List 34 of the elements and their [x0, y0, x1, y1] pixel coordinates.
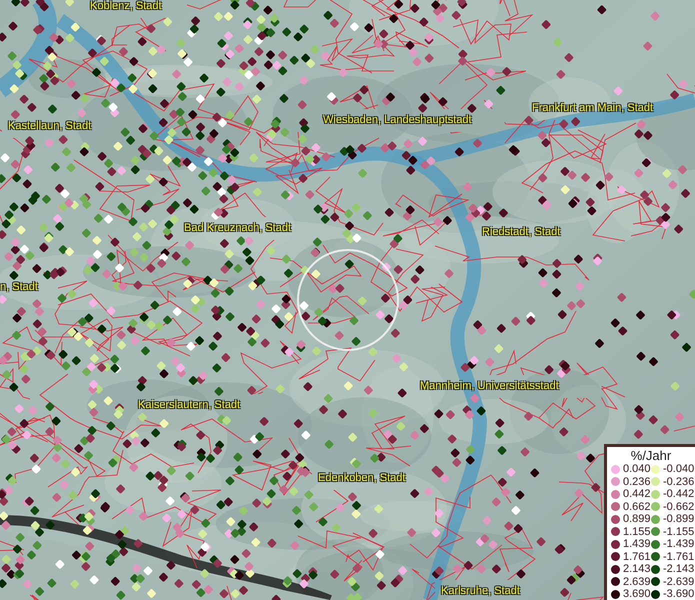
legend-value: 2.143 — [623, 563, 651, 576]
place-label: Wiesbaden, Landeshauptstadt — [323, 114, 472, 127]
legend-value: 0.040 — [623, 463, 651, 476]
legend-value: -0.442 — [663, 488, 694, 500]
legend-value: -3.690 — [663, 588, 694, 600]
legend-value: 1.761 — [623, 550, 651, 563]
place-label: Mannheim, Universitätsstadt — [420, 380, 559, 393]
legend-value: -1.155 — [663, 526, 694, 538]
legend-value: 0.899 — [623, 513, 651, 526]
legend-value: 2.639 — [623, 576, 651, 588]
place-label: Edenkoben, Stadt — [318, 472, 406, 485]
legend-title: %/Jahr — [630, 448, 672, 463]
place-label: n, Stadt — [0, 281, 38, 294]
place-label: Kaiserslautern, Stadt — [138, 399, 240, 412]
place-label: Bad Kreuznach, Stadt — [184, 222, 292, 235]
legend-value: 1.155 — [623, 526, 651, 538]
legend-value: 0.442 — [623, 488, 651, 500]
place-label: Karlsruhe, Stadt — [441, 585, 520, 598]
legend-value: -0.236 — [663, 476, 694, 488]
legend-value: -2.143 — [663, 563, 694, 576]
place-label: Kastellaun, Stadt — [8, 120, 92, 133]
place-label: Koblenz, Stadt — [90, 0, 162, 13]
legend-value: -1.439 — [663, 538, 694, 550]
place-label: Riedstadt, Stadt — [482, 226, 560, 239]
legend-value: -2.639 — [663, 576, 694, 588]
legend-value: 0.662 — [623, 500, 651, 513]
legend-value: 0.236 — [623, 476, 651, 488]
legend-value: 3.690 — [623, 588, 651, 600]
legend-value: -0.040 — [663, 463, 694, 476]
legend-value: 1.439 — [623, 538, 651, 550]
place-label: Frankfurt am Main, Stadt — [532, 102, 654, 115]
legend-value: -0.662 — [663, 500, 694, 513]
legend-value: -1.761 — [663, 550, 694, 563]
legend-value: -0.899 — [663, 513, 694, 526]
